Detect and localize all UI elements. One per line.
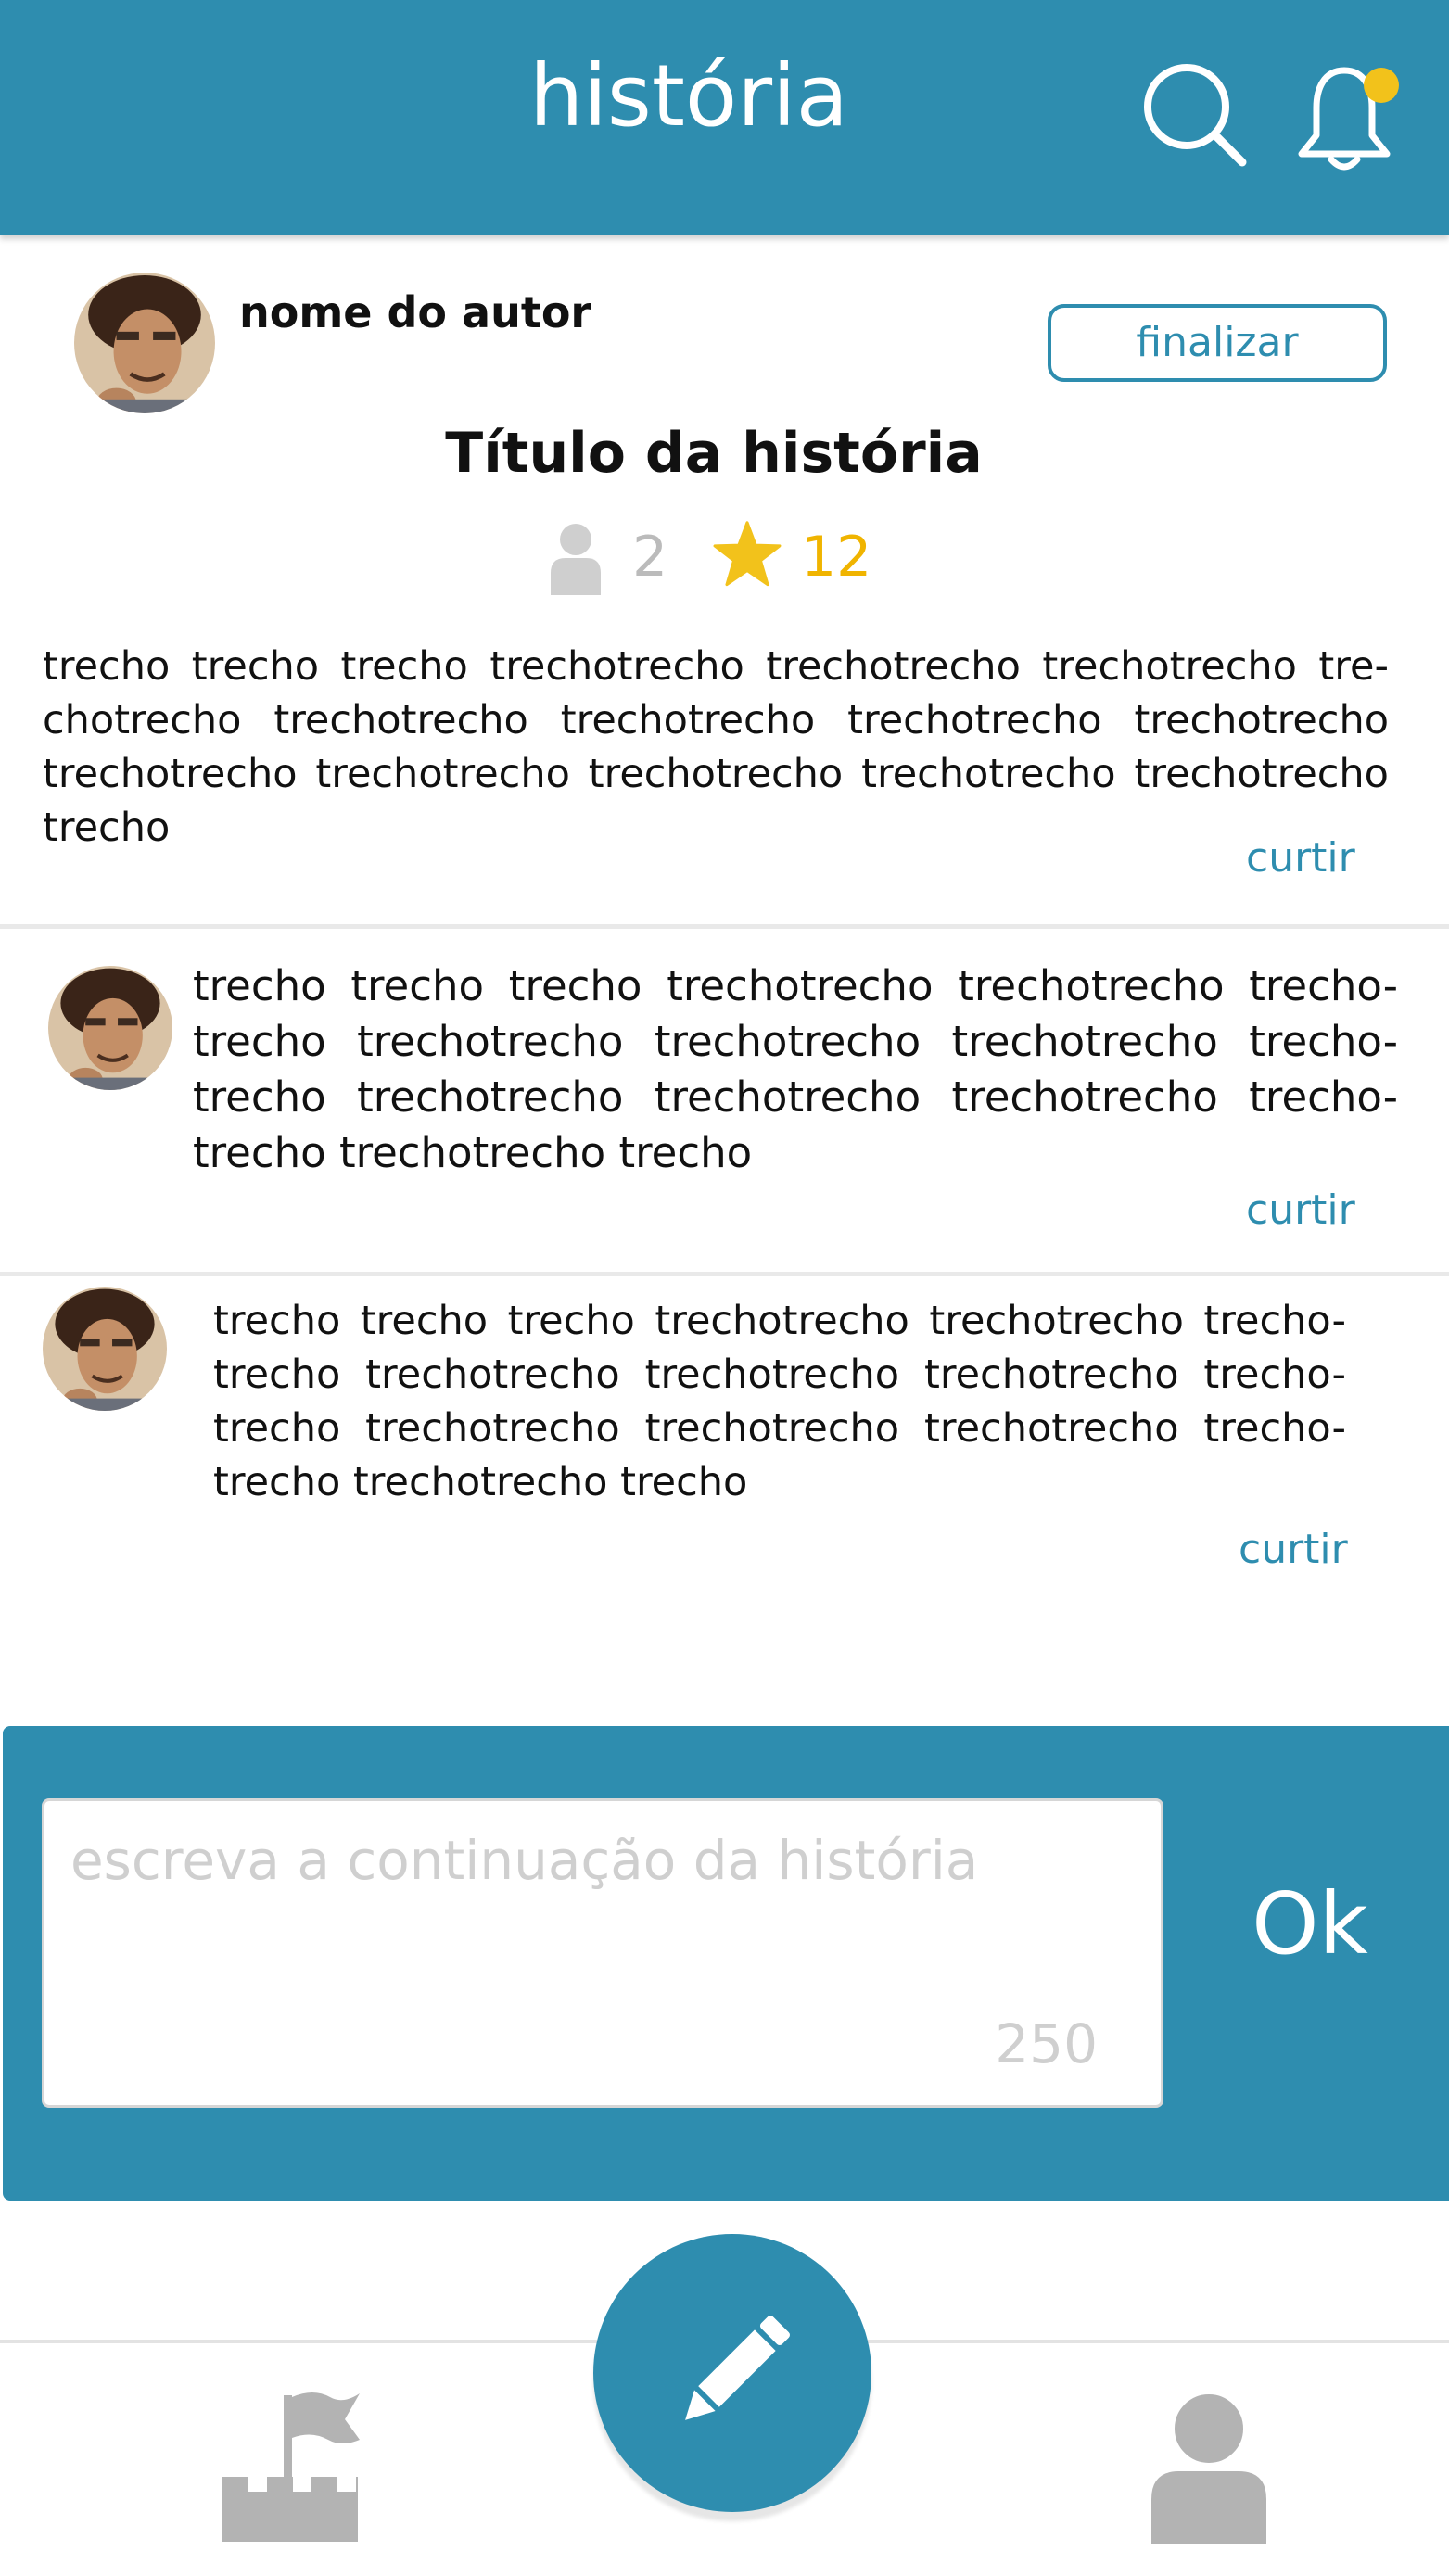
like-button[interactable]: curtir <box>1239 1526 1348 1573</box>
followers-icon <box>551 524 601 595</box>
castle-flag-icon[interactable] <box>221 2388 386 2545</box>
continuation-input[interactable]: escreva a continuação da história 250 <box>42 1798 1163 2108</box>
divider <box>0 924 1449 929</box>
author-name[interactable]: nome do autor <box>239 287 591 337</box>
like-button[interactable]: curtir <box>1246 1186 1355 1234</box>
story-title: Título da história <box>445 421 983 486</box>
author-avatar[interactable] <box>74 273 215 413</box>
notification-dot <box>1364 68 1399 103</box>
search-icon[interactable] <box>1140 60 1248 168</box>
write-button[interactable] <box>593 2234 871 2512</box>
continuation-composer: escreva a continuação da história 250 Ok <box>3 1726 1449 2201</box>
app-header: história <box>0 0 1449 235</box>
pencil-icon <box>685 2316 790 2420</box>
continuation-text: trecho trecho trecho trechotrecho trecho… <box>213 1298 1346 1505</box>
story-excerpt: trecho trecho trecho trechotrecho trecho… <box>43 643 1389 851</box>
followers-count: 2 <box>632 525 668 590</box>
stars-count: 12 <box>801 525 872 590</box>
bell-icon[interactable] <box>1289 57 1400 178</box>
continuation-text: trecho trecho trecho trechotrecho trecho… <box>193 961 1398 1177</box>
submit-button[interactable]: Ok <box>1199 1874 1421 1973</box>
profile-icon[interactable] <box>1150 2390 1268 2544</box>
star-icon[interactable] <box>712 519 782 590</box>
contributor-avatar[interactable] <box>48 966 172 1090</box>
character-counter: 250 <box>995 2012 1098 2075</box>
like-button[interactable]: curtir <box>1246 834 1355 882</box>
contributor-avatar[interactable] <box>43 1287 167 1411</box>
divider <box>0 1272 1449 1276</box>
input-placeholder: escreva a continuação da história <box>70 1829 979 1892</box>
finish-button[interactable]: finalizar <box>1048 304 1387 382</box>
